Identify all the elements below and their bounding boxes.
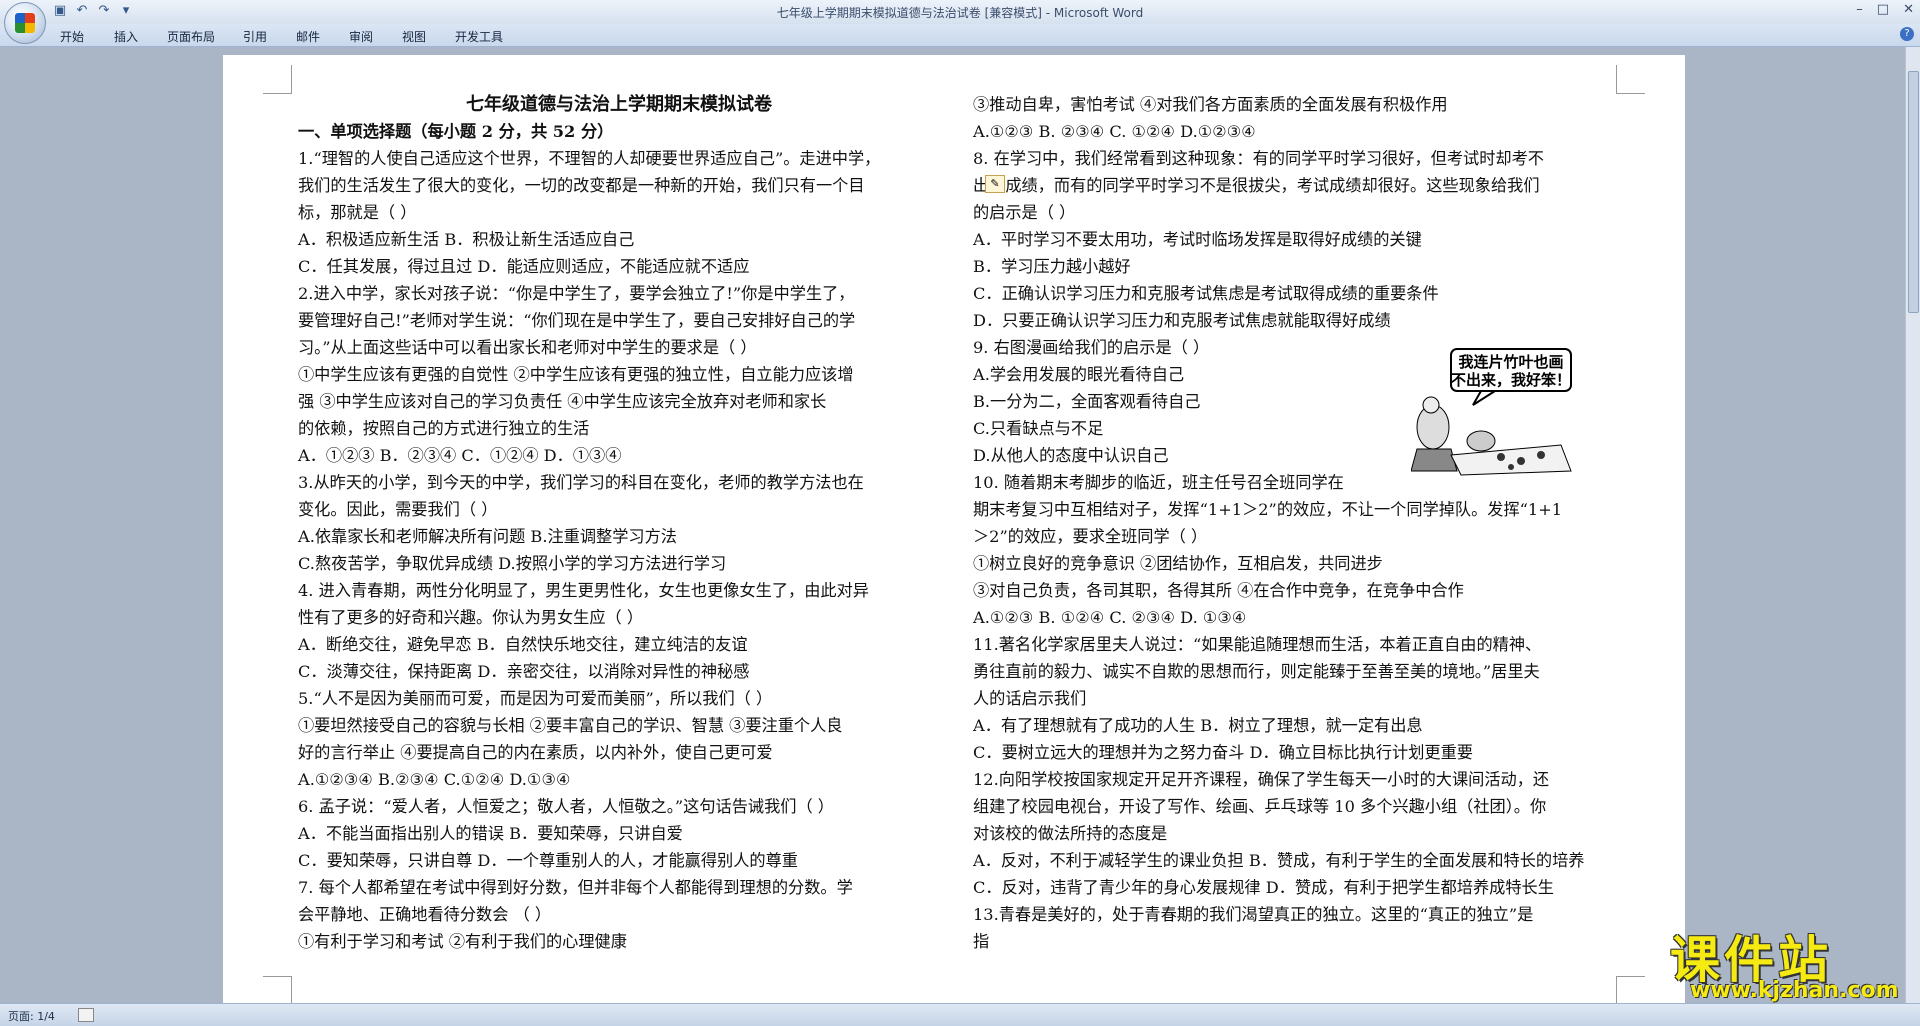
document-title: 七年级道德与法治上学期期末模拟试卷 xyxy=(466,94,772,115)
text-line: 强 ③中学生应该对自己的学习负责任 ④中学生应该完全放弃对老师和家长 xyxy=(298,392,827,411)
text-line: 勇往直前的毅力、诚实不自欺的思想而行，则定能臻于至善至美的境地。”居里夫 xyxy=(973,662,1540,681)
help-icon[interactable]: ? xyxy=(1900,27,1914,41)
text-line: A.①②③ B. ①②④ C. ②③④ D. ①③④ xyxy=(973,608,1247,627)
text-line: 要管理好自己!”老师对学生说：“你们现在是中学生了，要自己安排好自己的学 xyxy=(298,311,856,330)
text-line: A．不能当面指出别人的错误 B．要知荣辱，只讲自爱 xyxy=(298,824,683,843)
text-line: 人的话启示我们 xyxy=(973,689,1087,708)
page-corner-mark xyxy=(263,976,292,1005)
text-line: 好的言行举止 ④要提高自己的内在素质，以内补外，使自己更可爱 xyxy=(298,743,773,762)
page-corner-mark xyxy=(1616,976,1645,1005)
page-count[interactable]: 页面: 1/4 xyxy=(8,1008,55,1024)
text-line: ①树立良好的竞争意识 ②团结协作，互相启发，共同进步 xyxy=(973,554,1383,573)
text-line: A．有了理想就有了成功的人生 B．树立了理想，就一定有出息 xyxy=(973,716,1423,735)
text-line: 性有了更多的好奇和兴趣。你认为男女生应（ ） xyxy=(298,608,644,627)
proofing-icon[interactable] xyxy=(78,1008,94,1022)
text-line: C．反对，违背了青少年的身心发展规律 D．赞成，有利于把学生都培养成特长生 xyxy=(973,878,1554,897)
status-bar: 页面: 1/4 xyxy=(0,1003,1920,1026)
minimize-button[interactable]: – xyxy=(1856,2,1863,17)
close-button[interactable]: ✕ xyxy=(1903,2,1914,17)
text-line: 13.青春是美好的，处于青春期的我们渴望真正的独立。这里的“真正的独立”是 xyxy=(973,905,1534,924)
text-line: A．①②③ B．②③④ C．①②④ D．①③④ xyxy=(298,446,622,465)
cartoon-caption-line-1: 我连片竹叶也画 xyxy=(1458,353,1563,371)
office-button[interactable] xyxy=(4,2,46,44)
site-watermark: 课件站 www.kjzhan.com xyxy=(1670,920,1906,1004)
text-line: ①中学生应该有更强的自觉性 ②中学生应该有更强的独立性，自立能力应该增 xyxy=(298,365,854,384)
text-line: 5.“人不是因为美丽而可爱，而是因为可爱而美丽”，所以我们（ ） xyxy=(298,689,773,708)
text-line: 的依赖，按照自己的方式进行独立的生活 xyxy=(298,419,590,438)
text-line: 指 xyxy=(973,932,990,951)
text-line: 出好成绩，而有的同学平时学习不是很拔尖，考试成绩却很好。这些现象给我们 xyxy=(973,176,1540,195)
text-line: 6. 孟子说：“爱人者，人恒爱之；敬人者，人恒敬之。”这句话告诫我们（ ） xyxy=(298,797,834,816)
text-line: ①要坦然接受自己的容貌与长相 ②要丰富自己的学识、智慧 ③要注重个人良 xyxy=(298,716,843,735)
cartoon-caption-line-2: 不出来，我好笨！ xyxy=(1451,371,1571,389)
text-line: 11.著名化学家居里夫人说过：“如果能追随理想而生活，本着正直自由的精神、 xyxy=(973,635,1542,654)
vertical-scrollbar[interactable] xyxy=(1905,47,1920,1003)
text-line: A.①②③④ B.②③④ C.①②④ D.①③④ xyxy=(298,770,571,789)
text-line: A．平时学习不要太用功，考试时临场发挥是取得好成绩的关键 xyxy=(973,230,1422,249)
maximize-button[interactable]: □ xyxy=(1877,2,1889,17)
smart-tag-icon[interactable]: ✎ xyxy=(985,175,1005,193)
text-line: 组建了校园电视台，开设了写作、绘画、乒乓球等 10 多个兴趣小组（社团）。你 xyxy=(973,797,1547,816)
ribbon-tabs: 开始 插入 页面布局 引用 邮件 审阅 视图 开发工具 ? xyxy=(0,24,1920,47)
text-line: 8. 在学习中，我们经常看到这种现象：有的同学平时学习很好，但考试时却考不 xyxy=(973,149,1544,168)
title-bar: ▣ ↶ ↷ ▾ 七年级上学期期末模拟道德与法治试卷 [兼容模式] - Micro… xyxy=(0,0,1920,44)
text-line: 7. 每个人都希望在考试中得到好分数，但并非每个人都能得到理想的分数。学 xyxy=(298,878,853,897)
text-line: 的启示是（ ） xyxy=(973,203,1076,222)
text-line: A.①②③ B. ②③④ C. ①②④ D.①②③④ xyxy=(973,122,1256,141)
text-line: 我们的生活发生了很大的变化，一切的改变都是一种新的开始，我们只有一个目 xyxy=(298,176,865,195)
text-line: 期末考复习中互相结对子，发挥“1+1＞2”的效应，不让一个同学掉队。发挥“1+1 xyxy=(973,500,1563,519)
text-line: ③推动自卑，害怕考试 ④对我们各方面素质的全面发展有积极作用 xyxy=(973,95,1448,114)
text-line: C.熬夜苦学，争取优异成绩 D.按照小学的学习方法进行学习 xyxy=(298,554,727,573)
watermark-url: www.kjzhan.com xyxy=(1690,978,1899,1003)
text-line: 3.从昨天的小学，到今天的中学，我们学习的科目在变化，老师的教学方法也在 xyxy=(298,473,864,492)
text-line: 习。”从上面这些话中可以看出家长和老师对中学生的要求是（ ） xyxy=(298,338,757,357)
window-title: 七年级上学期期末模拟道德与法治试卷 [兼容模式] - Microsoft Wor… xyxy=(776,6,1144,20)
text-line: C．任其发展，得过且过 D．能适应则适应，不能适应就不适应 xyxy=(298,257,750,276)
text-line: 对该校的做法所持的态度是 xyxy=(973,824,1168,843)
text-line: 1.“理智的人使自己适应这个世界，不理智的人却硬要世界适应自己”。走进中学， xyxy=(298,149,881,168)
office-logo-icon xyxy=(15,13,35,33)
right-column[interactable]: ③推动自卑，害怕考试 ④对我们各方面素质的全面发展有积极作用 A.①②③ B. ②… xyxy=(973,91,1613,955)
tab-insert[interactable]: 插入 xyxy=(114,28,138,45)
tab-view[interactable]: 视图 xyxy=(402,28,426,45)
text-line: 12.向阳学校按国家规定开足开齐课程，确保了学生每天一小时的大课间活动，还 xyxy=(973,770,1550,789)
text-line: ①有利于学习和考试 ②有利于我们的心理健康 xyxy=(298,932,627,951)
tab-home[interactable]: 开始 xyxy=(60,28,84,45)
text-line: 会平静地、正确地看待分数会 （ ） xyxy=(298,905,552,924)
scroll-thumb[interactable] xyxy=(1908,71,1919,313)
text-line: D．只要正确认识学习压力和克服考试焦虑就能取得好成绩 xyxy=(973,311,1391,330)
text-line: 4. 进入青春期，两性分化明显了，男生更男性化，女生也更像女生了，由此对异 xyxy=(298,581,869,600)
text-line: A.依靠家长和老师解决所有问题 B.注重调整学习方法 xyxy=(298,527,677,546)
text-line: A．反对，不利于减轻学生的课业负担 B．赞成，有利于学生的全面发展和特长的培养 xyxy=(973,851,1585,870)
tab-references[interactable]: 引用 xyxy=(243,28,267,45)
text-line: 标，那就是（ ） xyxy=(298,203,417,222)
text-line: C．正确认识学习压力和克服考试焦虑是考试取得成绩的重要条件 xyxy=(973,284,1439,303)
tab-review[interactable]: 审阅 xyxy=(349,28,373,45)
text-line: ③对自己负责，各司其职，各得其所 ④在合作中竞争，在竞争中合作 xyxy=(973,581,1464,600)
text-line: C．要树立远大的理想并为之努力奋斗 D．确立目标比执行计划更重要 xyxy=(973,743,1473,762)
text-line: A．积极适应新生活 B．积极让新生活适应自己 xyxy=(298,230,635,249)
tab-developer[interactable]: 开发工具 xyxy=(455,28,503,45)
section-heading: 一、单项选择题（每小题 2 分，共 52 分） xyxy=(298,122,614,141)
text-line: B．学习压力越小越好 xyxy=(973,257,1131,276)
tab-page-layout[interactable]: 页面布局 xyxy=(167,28,215,45)
document-page[interactable]: 七年级道德与法治上学期期末模拟试卷一、单项选择题（每小题 2 分，共 52 分）… xyxy=(223,55,1685,1005)
left-column[interactable]: 七年级道德与法治上学期期末模拟试卷一、单项选择题（每小题 2 分，共 52 分）… xyxy=(298,91,940,955)
text-line: C．要知荣辱，只讲自尊 D．一个尊重别人的人，才能赢得别人的尊重 xyxy=(298,851,798,870)
tab-mailings[interactable]: 邮件 xyxy=(296,28,320,45)
text-line: A．断绝交往，避免早恋 B．自然快乐地交往，建立纯洁的友谊 xyxy=(298,635,748,654)
text-line: C．淡薄交往，保持距离 D．亲密交往，以消除对异性的神秘感 xyxy=(298,662,750,681)
text-line: 变化。因此，需要我们（ ） xyxy=(298,500,498,519)
cartoon-illustration: 我连片竹叶也画 不出来，我好笨！ xyxy=(1411,348,1572,476)
text-line: ＞2”的效应，要求全班同学（ ） xyxy=(973,527,1208,546)
page-corner-mark xyxy=(1616,65,1645,94)
page-corner-mark xyxy=(263,65,292,94)
text-line: 2.进入中学，家长对孩子说：“你是中学生了，要学会独立了!”你是中学生了， xyxy=(298,284,855,303)
